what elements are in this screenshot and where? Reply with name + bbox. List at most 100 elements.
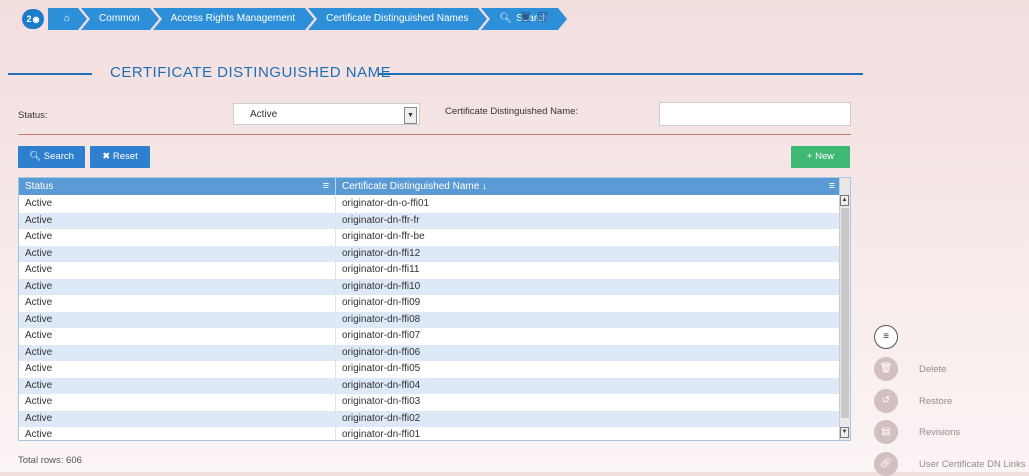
list-menu-button[interactable]: ≡ — [874, 325, 898, 349]
cdn-cell: originator-dn-ffi11 — [342, 264, 420, 275]
status-label: Status: — [18, 110, 48, 121]
status-cell: Active — [19, 311, 336, 328]
cdn-cell: originator-dn-ffi07 — [342, 330, 421, 341]
list-icon: ≡ — [883, 331, 889, 342]
cdn-cell: originator-dn-ffi04 — [342, 379, 421, 391]
status-cell: Active — [19, 394, 336, 411]
toolbar-icons: ▣ ▤ — [520, 10, 550, 23]
status-cell: Active — [19, 262, 336, 279]
breadcrumb: 2 ◉ ⌂ Common Access Rights Management Cer… — [22, 8, 568, 30]
print-icon[interactable]: ▤ — [537, 10, 550, 23]
column-header-status[interactable]: Status ≡ — [19, 178, 336, 195]
delete-label: Delete — [919, 364, 947, 375]
title-line-left — [8, 73, 92, 75]
table-row[interactable]: Active originator-dn-ffi11 — [19, 262, 841, 279]
close-icon: ✖ — [102, 151, 113, 162]
user-cert-links-label: User Certificate DN Links — [919, 459, 1026, 470]
column-header-label: Certificate Distinguished Name — [342, 181, 480, 192]
column-header-label: Status — [25, 181, 54, 192]
link-icon: 🔗︎ — [879, 458, 893, 469]
status-cell: Active — [19, 377, 336, 394]
search-button[interactable]: 🔍︎ Search — [18, 146, 85, 168]
table-row[interactable]: Active originator-dn-ffi07 — [19, 328, 841, 345]
cdn-cell: originator-dn-ffi09 — [342, 297, 421, 308]
cdn-cell: originator-dn-ffi08 — [342, 313, 421, 325]
table-row[interactable]: Active originator-dn-ffi02 — [19, 410, 841, 427]
table-row[interactable]: Active originator-dn-ffi09 — [19, 295, 841, 312]
status-cell: Active — [19, 410, 336, 427]
table-row[interactable]: Active originator-dn-ffi10 — [19, 278, 841, 295]
status-cell: Active — [19, 229, 336, 246]
page-title-row: CERTIFICATE DISTINGUISHED NAME — [8, 64, 863, 84]
column-menu-icon[interactable]: ≡ — [323, 178, 329, 195]
scrollbar-thumb[interactable] — [841, 208, 849, 418]
cdn-cell: originator-dn-ffi12 — [342, 247, 421, 259]
revisions-icon: ▤ — [881, 426, 891, 437]
reset-button-label: Reset — [112, 151, 138, 162]
cdn-cell: originator-dn-ffi05 — [342, 363, 421, 374]
status-cell: Active — [19, 278, 336, 295]
revisions-button[interactable]: ▤ — [874, 420, 898, 444]
home-icon: ⌂ — [64, 13, 71, 24]
column-menu-icon[interactable]: ≡ — [829, 178, 835, 195]
table-row[interactable]: Active originator-dn-ffi04 — [19, 377, 841, 394]
plus-icon: + — [806, 151, 816, 162]
scroll-up-icon[interactable]: ▲ — [840, 195, 849, 206]
cdn-cell: originator-dn-ffi03 — [342, 396, 421, 407]
status-cell: Active — [19, 328, 336, 345]
search-icon: 🔍︎ — [29, 151, 44, 162]
cdn-cell: originator-dn-ffr-be — [342, 231, 425, 242]
table-row[interactable]: Active originator-dn-ffi05 — [19, 361, 841, 378]
status-cell: Active — [19, 344, 336, 361]
breadcrumb-label: Common — [99, 13, 140, 24]
history-badge[interactable]: 2 ◉ — [22, 9, 44, 29]
breadcrumb-access-rights[interactable]: Access Rights Management — [152, 8, 314, 30]
table-header: Status ≡ Certificate Distinguished Name … — [19, 178, 841, 195]
cdn-input[interactable] — [659, 102, 851, 126]
table-body: Active originator-dn-o-ffi01 Active origina… — [19, 195, 841, 440]
eye-icon: ◉ — [32, 14, 40, 24]
revisions-label: Revisions — [919, 427, 961, 438]
breadcrumb-cdn[interactable]: Certificate Distinguished Names — [308, 8, 488, 30]
reset-button[interactable]: ✖ Reset — [90, 146, 150, 168]
column-header-cdn[interactable]: Certificate Distinguished Name ↓ ≡ — [336, 178, 841, 195]
filter-separator — [18, 134, 851, 135]
scroll-down-icon[interactable]: ▼ — [840, 427, 849, 438]
cdn-cell: originator-dn-ffi06 — [342, 346, 421, 358]
restore-icon: ↺ — [881, 395, 891, 406]
status-select[interactable]: Active ▼ — [233, 103, 420, 125]
table-row[interactable]: Active originator-dn-o-ffi01 — [19, 196, 841, 213]
table-row[interactable]: Active originator-dn-ffi06 — [19, 344, 841, 361]
user-cert-links-button[interactable]: 🔗︎ — [874, 452, 898, 476]
status-cell: Active — [19, 361, 336, 378]
sort-down-icon: ↓ — [479, 181, 488, 192]
home-breadcrumb[interactable]: ⌂ — [48, 8, 88, 30]
table-row[interactable]: Active originator-dn-ffr-be — [19, 229, 841, 246]
chevron-down-icon[interactable]: ▼ — [404, 107, 417, 124]
cdn-cell: originator-dn-ffi01 — [342, 429, 421, 440]
status-cell: Active — [19, 427, 336, 440]
table-row[interactable]: Active originator-dn-ffr-fr — [19, 212, 841, 229]
trash-icon: 🗑︎ — [879, 363, 893, 374]
cdn-cell: originator-dn-ffr-fr — [342, 214, 420, 226]
history-count: 2 — [26, 14, 32, 24]
search-icon: 🔍︎ — [499, 13, 513, 24]
table-row[interactable]: Active originator-dn-ffi12 — [19, 245, 841, 262]
save-icon[interactable]: ▣ — [520, 10, 533, 23]
cdn-cell: originator-dn-ffi10 — [342, 280, 421, 292]
status-value: Active — [250, 109, 278, 120]
table-row[interactable]: Active originator-dn-ffi03 — [19, 394, 841, 411]
status-cell: Active — [19, 212, 336, 229]
cdn-label: Certificate Distinguished Name: — [445, 106, 579, 117]
new-button-label: New — [815, 151, 835, 162]
new-button[interactable]: + New — [791, 146, 850, 168]
restore-label: Restore — [919, 396, 953, 407]
table-row[interactable]: Active originator-dn-ffi01 — [19, 427, 841, 440]
delete-button[interactable]: 🗑︎ — [874, 357, 898, 381]
restore-button[interactable]: ↺ — [874, 389, 898, 413]
status-cell: Active — [19, 196, 336, 213]
table-row[interactable]: Active originator-dn-ffi08 — [19, 311, 841, 328]
cdn-cell: originator-dn-ffi02 — [342, 412, 421, 424]
vertical-scrollbar[interactable]: ▲ ▼ — [839, 178, 850, 440]
breadcrumb-common[interactable]: Common — [81, 8, 159, 30]
